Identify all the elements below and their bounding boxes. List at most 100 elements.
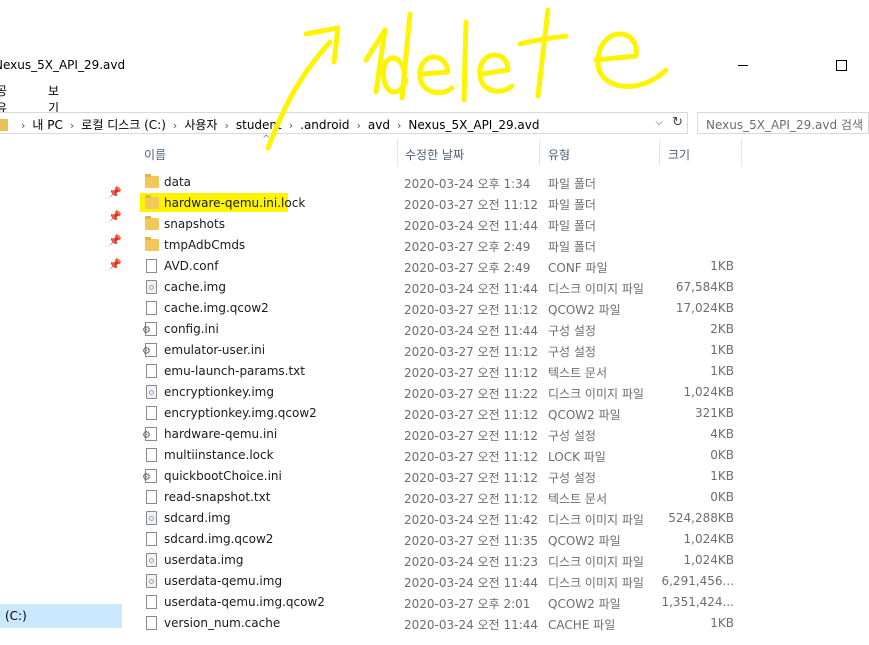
file-row[interactable]: version_num.cache 2020-03-24 오전 11:44 CACH…	[130, 613, 750, 634]
column-size[interactable]: 크기	[660, 140, 742, 166]
nav-item-local-disk[interactable]: (C:)	[0, 604, 122, 628]
file-date: 2020-03-24 오전 11:44	[404, 618, 539, 632]
file-row[interactable]: AVD.conf 2020-03-27 오후 2:49 CONF 파일 1KB	[130, 256, 750, 277]
folder-icon	[145, 195, 159, 209]
document-icon	[146, 532, 157, 546]
file-row[interactable]: userdata.img 2020-03-24 오전 11:23 디스크 이미지 파…	[130, 550, 750, 571]
file-row[interactable]: config.ini 2020-03-24 오전 11:44 구성 설정 2KB	[130, 319, 750, 340]
file-row[interactable]: read-snapshot.txt 2020-03-27 오전 11:12 텍스트 …	[130, 487, 750, 508]
file-date: 2020-03-27 오전 11:12	[404, 429, 539, 443]
file-row[interactable]: multiinstance.lock 2020-03-27 오전 11:12 LOC…	[130, 445, 750, 466]
file-date: 2020-03-27 오전 11:12	[404, 450, 539, 464]
file-date: 2020-03-27 오전 11:12	[404, 366, 539, 380]
file-size: 1KB	[710, 343, 734, 357]
file-size: 0KB	[710, 490, 734, 504]
crumb-local-disk[interactable]: 로컬 디스크 (C:)	[81, 118, 166, 132]
file-type: 구성 설정	[548, 345, 596, 359]
document-icon	[146, 406, 157, 420]
file-row[interactable]: tmpAdbCmds 2020-03-27 오후 2:49 파일 폴더	[130, 235, 750, 256]
search-input[interactable]: Nexus_5X_API_29.avd 검색	[697, 112, 869, 134]
file-date: 2020-03-27 오전 11:12	[404, 198, 539, 212]
file-row[interactable]: sdcard.img 2020-03-24 오전 11:42 디스크 이미지 파일 5…	[130, 508, 750, 529]
file-date: 2020-03-27 오전 11:12	[404, 303, 539, 317]
file-row[interactable]: emu-launch-params.txt 2020-03-27 오전 11:12…	[130, 361, 750, 382]
chevron-right-icon[interactable]: ›	[63, 119, 81, 132]
pin-icon[interactable]: 📌	[108, 234, 122, 247]
pin-icon[interactable]: 📌	[108, 210, 122, 223]
tab-view[interactable]: 보기	[48, 82, 59, 116]
chevron-right-icon[interactable]: ›	[217, 119, 235, 132]
file-row[interactable]: cache.img 2020-03-24 오전 11:44 디스크 이미지 파일 67…	[130, 277, 750, 298]
file-type: 구성 설정	[548, 471, 596, 485]
pin-icon[interactable]: 📌	[108, 186, 122, 199]
column-type[interactable]: 유형	[540, 140, 660, 166]
file-type: 구성 설정	[548, 324, 596, 338]
file-date: 2020-03-24 오전 11:44	[404, 324, 539, 338]
chevron-right-icon[interactable]: ›	[390, 119, 408, 132]
chevron-down-icon[interactable]: ⌵	[655, 117, 663, 128]
crumb-this-pc[interactable]: 내 PC	[32, 118, 62, 132]
file-name: userdata.img	[164, 553, 244, 567]
file-date: 2020-03-27 오후 2:01	[404, 597, 531, 611]
file-date: 2020-03-27 오전 11:12	[404, 471, 539, 485]
crumb-nexus-avd[interactable]: Nexus_5X_API_29.avd	[408, 118, 539, 132]
refresh-icon[interactable]: ↻	[672, 115, 683, 130]
file-date: 2020-03-24 오전 11:23	[404, 555, 539, 569]
file-row[interactable]: hardware-qemu.ini.lock 2020-03-27 오전 11:1…	[130, 193, 750, 214]
disk-image-icon	[146, 280, 157, 294]
file-name: userdata-qemu.img	[164, 574, 283, 588]
file-type: CONF 파일	[548, 261, 608, 275]
document-icon	[146, 616, 157, 630]
config-file-icon	[142, 322, 157, 336]
folder-icon	[145, 237, 159, 251]
file-row[interactable]: sdcard.img.qcow2 2020-03-27 오전 11:35 QCOW2…	[130, 529, 750, 550]
file-type: 디스크 이미지 파일	[548, 576, 644, 590]
file-row[interactable]: hardware-qemu.ini 2020-03-27 오전 11:12 구성 설…	[130, 424, 750, 445]
file-row[interactable]: encryptionkey.img.qcow2 2020-03-27 오전 11:…	[130, 403, 750, 424]
file-name: encryptionkey.img.qcow2	[164, 406, 317, 420]
file-row[interactable]: cache.img.qcow2 2020-03-27 오전 11:12 QCOW2 …	[130, 298, 750, 319]
crumb-avd[interactable]: avd	[368, 118, 390, 132]
pin-icon[interactable]: 📌	[108, 258, 122, 271]
window-title: Nexus_5X_API_29.avd	[0, 58, 126, 72]
maximize-button[interactable]	[818, 50, 864, 80]
file-date: 2020-03-24 오전 11:42	[404, 513, 539, 527]
file-type: 텍스트 문서	[548, 366, 608, 380]
file-row[interactable]: quickbootChoice.ini 2020-03-27 오전 11:12 구성…	[130, 466, 750, 487]
file-size: 1KB	[710, 364, 734, 378]
file-type: 텍스트 문서	[548, 492, 608, 506]
config-file-icon	[142, 469, 157, 483]
chevron-right-icon[interactable]: ›	[350, 119, 368, 132]
file-type: CACHE 파일	[548, 618, 616, 632]
file-row[interactable]: data 2020-03-24 오후 1:34 파일 폴더	[130, 172, 750, 193]
file-date: 2020-03-27 오전 11:22	[404, 387, 539, 401]
file-type: 디스크 이미지 파일	[548, 555, 644, 569]
crumb-users[interactable]: 사용자	[184, 118, 217, 132]
file-type: 구성 설정	[548, 429, 596, 443]
address-bar[interactable]: › 내 PC › 로컬 디스크 (C:) › 사용자 › student › .android › a…	[0, 112, 688, 134]
chevron-right-icon[interactable]: ›	[166, 119, 184, 132]
file-row[interactable]: userdata-qemu.img 2020-03-24 오전 11:44 디스크 …	[130, 571, 750, 592]
file-row[interactable]: userdata-qemu.img.qcow2 2020-03-27 오후 2:0…	[130, 592, 750, 613]
file-name: emulator-user.ini	[164, 343, 266, 357]
file-row[interactable]: emulator-user.ini 2020-03-27 오전 11:12 구성 설…	[130, 340, 750, 361]
column-header: 이름 수정한 날짜 유형 크기	[130, 140, 742, 166]
file-row[interactable]: snapshots 2020-03-24 오전 11:44 파일 폴더	[130, 214, 750, 235]
document-icon	[146, 364, 157, 378]
file-type: LOCK 파일	[548, 450, 606, 464]
crumb-android[interactable]: .android	[300, 118, 349, 132]
tab-share[interactable]: 공유	[0, 82, 7, 116]
file-name: cache.img	[164, 280, 226, 294]
file-size: 321KB	[694, 406, 734, 420]
minimize-button[interactable]	[720, 50, 766, 80]
file-type: QCOW2 파일	[548, 303, 621, 317]
column-date[interactable]: 수정한 날짜	[398, 140, 540, 166]
config-file-icon	[142, 343, 157, 357]
folder-icon	[145, 174, 159, 188]
chevron-right-icon[interactable]: ›	[282, 119, 300, 132]
file-row[interactable]: encryptionkey.img 2020-03-27 오전 11:22 디스크 …	[130, 382, 750, 403]
sort-ascending-icon: ^	[262, 134, 271, 145]
chevron-right-icon[interactable]: ›	[14, 119, 32, 132]
crumb-student[interactable]: student	[236, 118, 282, 132]
file-name: sdcard.img	[164, 511, 231, 525]
